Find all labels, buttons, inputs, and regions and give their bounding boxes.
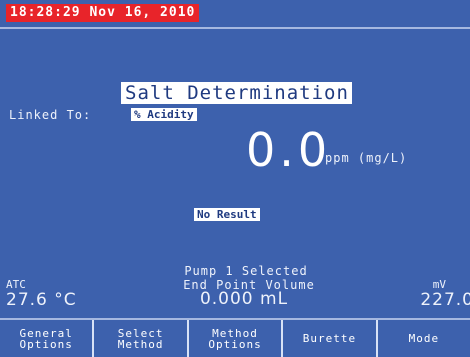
end-point-value: 0.000 mL	[199, 289, 289, 309]
mv-value: 227.0	[420, 290, 470, 310]
softkey-label: Burette	[302, 332, 357, 345]
linked-method-value: % Acidity	[131, 108, 197, 121]
timestamp: 18:28:29 Nov 16, 2010	[6, 4, 200, 22]
softkey-label: General Options	[19, 326, 73, 351]
measurement-unit: ppm (mg/L)	[325, 151, 408, 165]
general-options-button[interactable]: General Options	[0, 320, 95, 357]
result-badge: No Result	[194, 208, 260, 221]
linked-to-label: Linked To:	[9, 108, 92, 122]
measurement-value: 0.0	[246, 123, 332, 177]
method-title: Salt Determination	[121, 82, 352, 104]
softkey-bar: General Options Select Method Method Opt…	[0, 320, 470, 357]
softkey-label: Method Options	[208, 326, 262, 351]
softkey-label: Select Method	[117, 326, 164, 351]
burette-button[interactable]: Burette	[283, 320, 378, 357]
pump-status: Pump 1 Selected	[184, 264, 308, 278]
select-method-button[interactable]: Select Method	[94, 320, 189, 357]
method-options-button[interactable]: Method Options	[188, 320, 284, 357]
atc-value: 27.6 °C	[6, 290, 77, 310]
titrator-screen: 18:28:29 Nov 16, 2010 Salt Determination…	[0, 0, 470, 357]
softkey-label: Mode	[408, 332, 440, 345]
mode-button[interactable]: Mode	[377, 320, 470, 357]
top-divider	[0, 27, 470, 29]
